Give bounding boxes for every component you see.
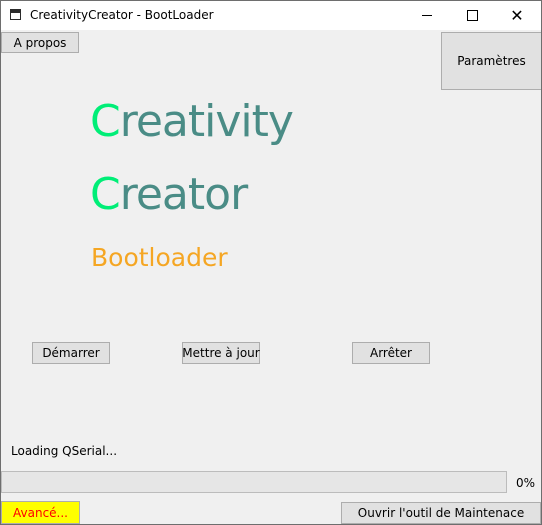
minimize-button[interactable] <box>404 1 450 30</box>
advanced-button[interactable]: Avancé... <box>1 501 80 524</box>
status-text: Loading QSerial... <box>11 444 118 458</box>
stop-button[interactable]: Arrêter <box>352 342 430 364</box>
logo-initial: C <box>90 96 121 147</box>
about-button[interactable]: A propos <box>1 32 79 53</box>
maximize-icon <box>466 10 478 21</box>
open-maintenance-tool-button[interactable]: Ouvrir l'outil de Maintenace <box>341 502 541 524</box>
app-window: CreativityCreator - BootLoader ✕ A propo… <box>0 0 542 525</box>
close-icon: ✕ <box>510 5 524 25</box>
app-window-icon <box>10 9 21 20</box>
minimize-icon <box>422 15 432 16</box>
logo-word-creativity: Creativity <box>90 96 294 147</box>
maximize-button[interactable] <box>449 1 495 30</box>
update-button[interactable]: Mettre à jour <box>182 342 260 364</box>
logo-subtitle: Bootloader <box>91 243 228 272</box>
logo-initial: C <box>90 169 121 220</box>
start-button[interactable]: Démarrer <box>32 342 110 364</box>
title-bar[interactable]: CreativityCreator - BootLoader ✕ <box>1 1 541 30</box>
window-title: CreativityCreator - BootLoader <box>30 8 214 22</box>
logo-word-creator: Creator <box>90 169 248 220</box>
progress-percentage: 0% <box>516 476 536 490</box>
progress-bar <box>1 471 507 493</box>
logo-text: reativity <box>119 96 294 147</box>
close-button[interactable]: ✕ <box>494 1 540 30</box>
logo-text: reator <box>119 169 248 220</box>
settings-button[interactable]: Paramètres <box>441 32 541 90</box>
